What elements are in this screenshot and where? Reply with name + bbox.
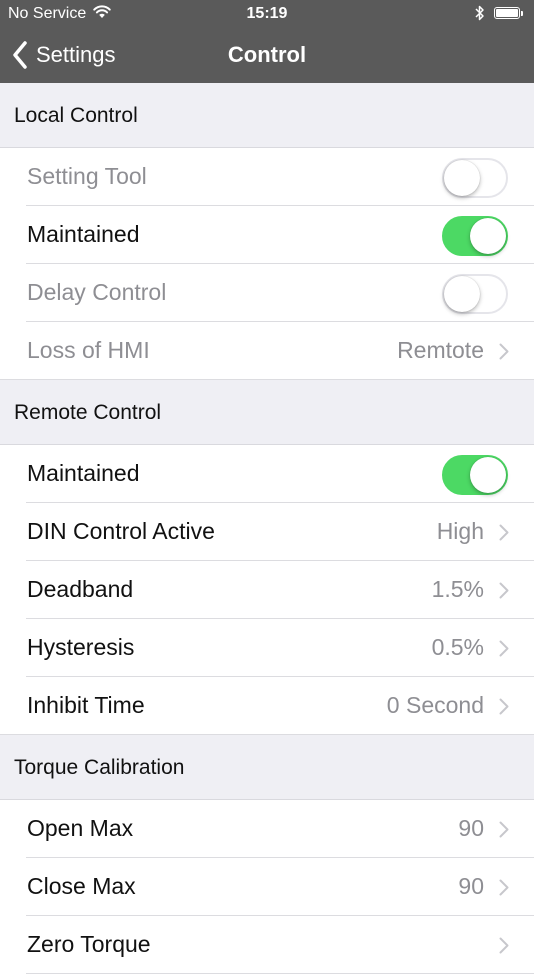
row-label: Open Max [27,815,134,841]
section-header-local-control: Local Control [0,83,534,148]
row-hysteresis[interactable]: Hysteresis 0.5% [0,619,534,677]
chevron-left-icon [12,41,28,69]
chevron-right-icon [499,937,509,959]
row-delay-control: Delay Control [0,264,534,322]
battery-icon [494,7,520,19]
row-value: 1.5% [431,576,484,602]
row-setting-tool: Setting Tool [0,148,534,206]
section-title: Local Control [14,104,138,127]
toggle-knob [444,276,480,312]
local-maintained-toggle[interactable] [442,216,508,256]
toggle-knob [470,218,506,254]
chevron-right-icon [499,698,509,720]
row-loss-of-hmi[interactable]: Loss of HMI Remtote [0,322,534,380]
row-value: Remtote [397,337,484,363]
row-value: 90 [458,815,484,841]
setting-tool-toggle[interactable] [442,158,508,198]
chevron-right-icon [499,640,509,662]
row-open-max[interactable]: Open Max 90 [0,800,534,858]
row-label: Zero Torque [27,931,151,957]
status-bar: No Service 15:19 [0,0,534,28]
back-button-label: Settings [36,42,116,67]
row-value: High [436,518,484,544]
section-title: Remote Control [14,401,162,424]
toggle-knob [444,160,480,196]
row-inhibit-time[interactable]: Inhibit Time 0 Second [0,677,534,735]
row-label: Maintained [27,221,140,247]
row-label: Close Max [27,873,136,899]
delay-control-toggle[interactable] [442,274,508,314]
chevron-right-icon [499,582,509,604]
row-value: 0.5% [431,634,484,660]
toggle-knob [470,457,506,493]
navigation-bar: Settings Control [0,28,534,83]
status-time: 15:19 [246,5,288,22]
row-din-control-active[interactable]: DIN Control Active High [0,503,534,561]
row-label: Loss of HMI [27,337,150,363]
row-deadband[interactable]: Deadband 1.5% [0,561,534,619]
row-label: DIN Control Active [27,518,215,544]
section-header-remote-control: Remote Control [0,380,534,445]
back-button[interactable]: Settings [12,40,116,70]
chevron-right-icon [499,343,509,365]
row-remote-maintained: Maintained [0,445,534,503]
row-label: Hysteresis [27,634,135,660]
chevron-right-icon [499,524,509,546]
row-label: Inhibit Time [27,692,145,718]
row-value: 90 [458,873,484,899]
bluetooth-icon [474,4,486,27]
row-close-max[interactable]: Close Max 90 [0,858,534,916]
battery-tip [521,11,523,16]
row-local-maintained: Maintained [0,206,534,264]
row-zero-torque[interactable]: Zero Torque [0,916,534,974]
section-title: Torque Calibration [14,756,185,779]
chevron-right-icon [499,879,509,901]
row-label: Deadband [27,576,134,602]
row-label: Maintained [27,460,140,486]
section-header-torque-calibration: Torque Calibration [0,735,534,800]
chevron-right-icon [499,821,509,843]
row-label: Delay Control [27,279,167,305]
row-label: Setting Tool [27,163,147,189]
row-value: 0 Second [386,692,484,718]
settings-list: Local Control Setting Tool Maintained De… [0,83,534,974]
remote-maintained-toggle[interactable] [442,455,508,495]
